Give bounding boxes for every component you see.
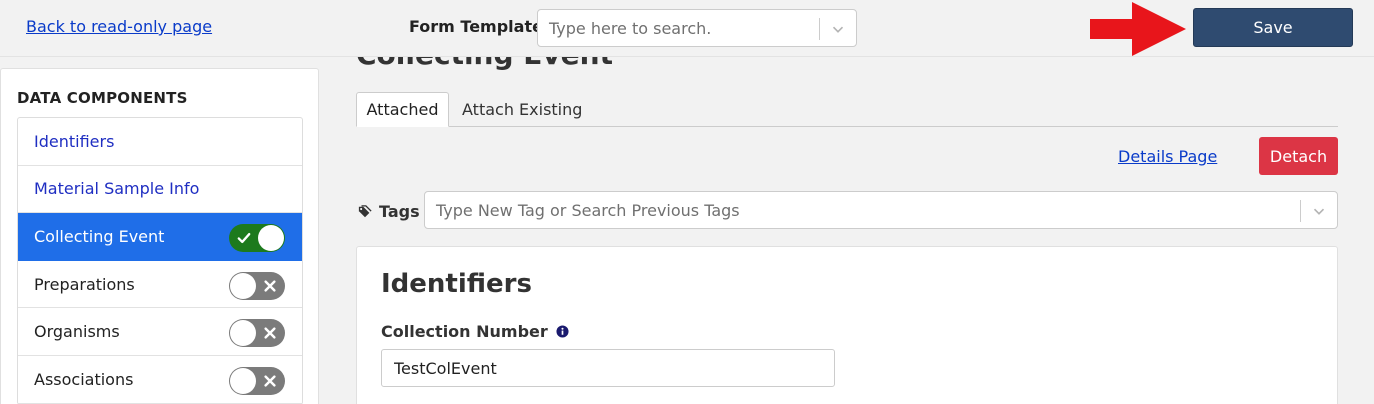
collection-number-label-text: Collection Number (381, 322, 548, 341)
info-icon[interactable] (556, 325, 569, 338)
select-separator (1300, 200, 1301, 222)
tags-select[interactable]: Type New Tag or Search Previous Tags (424, 191, 1338, 229)
chevron-down-icon[interactable] (829, 20, 847, 38)
tags-placeholder: Type New Tag or Search Previous Tags (436, 201, 740, 220)
save-button[interactable]: Save (1193, 8, 1353, 47)
toggle-knob (230, 367, 256, 394)
sidebar-item-organisms[interactable]: Organisms (18, 308, 302, 356)
sidebar-item-collecting-event[interactable]: Collecting Event (18, 213, 302, 261)
tags-label: Tags (358, 202, 420, 221)
data-components-title: DATA COMPONENTS (17, 89, 188, 107)
data-components-panel: DATA COMPONENTS Identifiers Material Sam… (0, 68, 319, 404)
checkmark-icon (237, 233, 251, 244)
toggle-knob (258, 225, 284, 252)
collection-number-input[interactable] (381, 349, 835, 387)
toggle-knob (230, 272, 256, 299)
form-template-placeholder: Type here to search. (549, 19, 712, 38)
x-icon (264, 375, 276, 387)
sidebar-item-material-sample-info[interactable]: Material Sample Info (18, 166, 302, 214)
data-components-list: Identifiers Material Sample Info Collect… (17, 117, 303, 404)
associations-toggle[interactable] (229, 366, 285, 395)
sidebar-item-label: Associations (34, 369, 134, 389)
sidebar-item-label: Organisms (34, 322, 120, 342)
collection-number-label: Collection Number (381, 322, 569, 341)
section-title: Collecting Event (356, 57, 613, 71)
sidebar-item-associations[interactable]: Associations (18, 356, 302, 404)
sidebar-item-label: Material Sample Info (34, 179, 200, 199)
sidebar-item-preparations[interactable]: Preparations (18, 261, 302, 309)
tags-icon (358, 204, 372, 217)
sidebar-item-label: Identifiers (34, 131, 115, 151)
top-bar: Back to read-only page Form Template Typ… (0, 0, 1374, 57)
chevron-down-icon[interactable] (1310, 202, 1328, 220)
identifiers-card: Identifiers Collection Number (356, 246, 1338, 404)
sidebar-item-label: Preparations (34, 274, 135, 294)
organisms-toggle[interactable] (229, 319, 285, 348)
back-to-read-only-link[interactable]: Back to read-only page (26, 17, 212, 36)
select-separator (819, 18, 820, 40)
tab-attached[interactable]: Attached (356, 92, 449, 127)
main-content: Collecting Event Attached Attach Existin… (332, 57, 1362, 404)
red-arrow-annotation (1090, 2, 1186, 56)
preparations-toggle[interactable] (229, 271, 285, 300)
tab-attach-existing[interactable]: Attach Existing (462, 92, 582, 127)
x-icon (264, 327, 276, 339)
sidebar-item-label: Collecting Event (34, 226, 165, 246)
details-page-link[interactable]: Details Page (1118, 147, 1217, 166)
collecting-event-toggle[interactable] (229, 224, 285, 253)
form-template-select[interactable]: Type here to search. (537, 9, 857, 47)
detach-button[interactable]: Detach (1259, 137, 1338, 175)
tab-bar: Attached Attach Existing (356, 92, 1338, 127)
page-scrollbar[interactable] (1362, 57, 1374, 404)
tags-label-text: Tags (379, 202, 420, 221)
sidebar-item-identifiers[interactable]: Identifiers (18, 118, 302, 166)
toggle-knob (230, 320, 256, 347)
form-template-label: Form Template (409, 17, 543, 36)
x-icon (264, 280, 276, 292)
identifiers-heading: Identifiers (381, 269, 532, 299)
